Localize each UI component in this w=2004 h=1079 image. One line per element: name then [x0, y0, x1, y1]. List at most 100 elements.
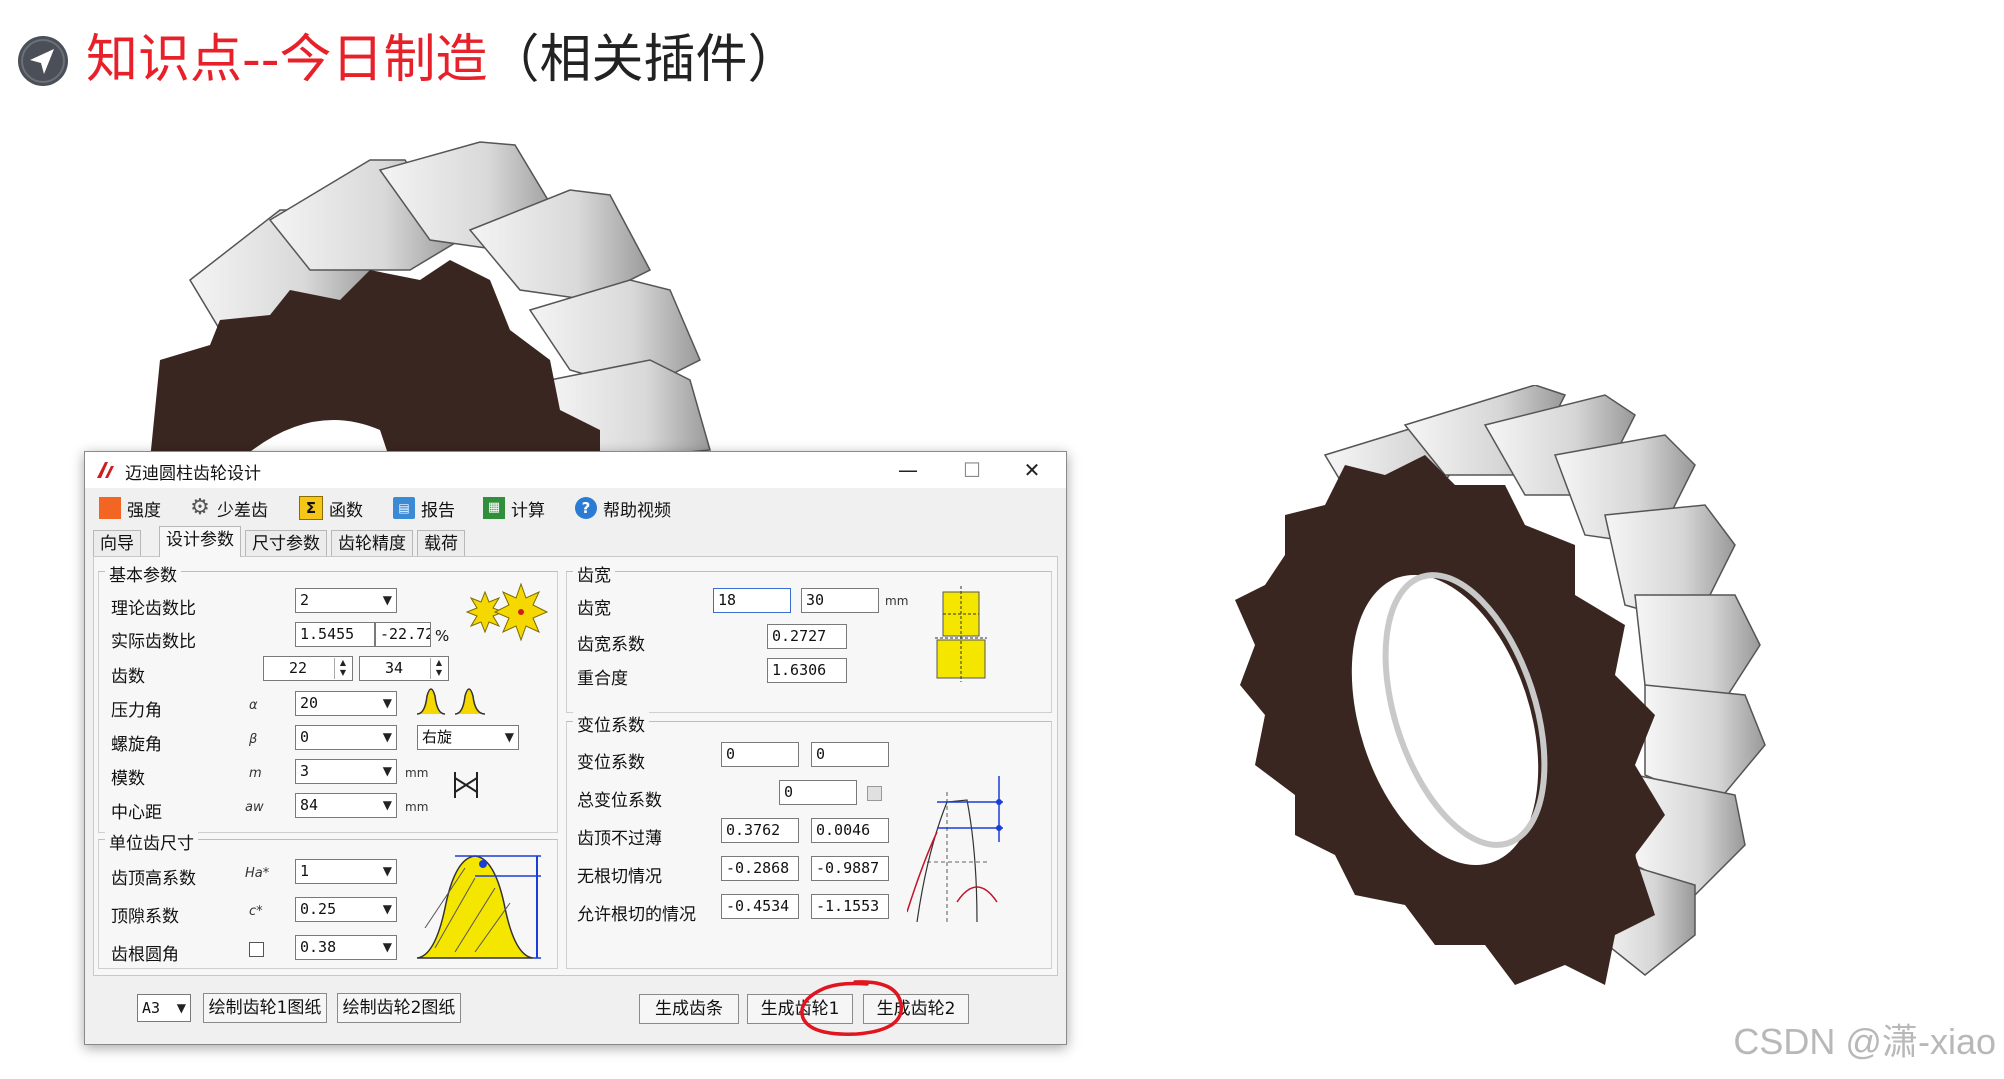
sigma-icon: Σ [299, 496, 323, 520]
slide-title-main: 知识点--今日制造 [86, 30, 488, 90]
toolbar-calculate-button[interactable]: ▦ 计算 [483, 494, 545, 522]
tab-design-params[interactable]: 设计参数 [159, 526, 241, 557]
orange-square-icon [99, 497, 121, 519]
chevron-down-icon: ▼ [382, 764, 392, 778]
shift-x2-input[interactable]: 0 [811, 742, 889, 767]
toolbar-help-video-button[interactable]: ? 帮助视频 [575, 494, 671, 522]
tip-not-thin-v1[interactable]: 0.3762 [721, 818, 799, 843]
chevron-down-icon: ▼ [382, 730, 392, 744]
theory-ratio-combo[interactable]: 2 ▼ [295, 588, 397, 613]
actual-ratio-field[interactable]: 1.5455 [295, 622, 375, 647]
title-bar: 迈迪圆柱齿轮设计 — ☐ ✕ [85, 452, 1066, 488]
unit-tooth-group: 单位齿尺寸 齿顶高系数 Ha* 1 ▼ 顶隙系数 c* 0.25 ▼ 齿根圆角 0.… [98, 829, 558, 969]
face-width-b2-input[interactable]: 30 [801, 588, 879, 613]
face-width-unit: mm [885, 594, 909, 608]
combo-value: 3 [300, 762, 310, 780]
tab-load[interactable]: 载荷 [417, 530, 465, 557]
tooth-dimension-diagram [416, 855, 541, 959]
tab-wizard[interactable]: 向导 [93, 530, 141, 557]
no-undercut-v1[interactable]: -0.2868 [721, 856, 799, 881]
ratio-deviation-field[interactable]: -22.72 [375, 622, 431, 647]
tooth-profile-icon [416, 688, 486, 715]
root-fillet-label: 齿根圆角 [111, 945, 179, 965]
root-fillet-checkbox[interactable] [249, 942, 264, 957]
module-combo[interactable]: 3 ▼ [295, 759, 397, 784]
allow-undercut-v2[interactable]: -1.1553 [811, 894, 889, 919]
overlap-field[interactable]: 1.6306 [767, 658, 847, 683]
spinner-arrows-icon[interactable]: ▲ ▼ [430, 658, 447, 679]
teeth-label: 齿数 [111, 667, 145, 687]
face-width-b1-input[interactable]: 18 [713, 588, 791, 613]
combo-value: 0 [300, 728, 310, 746]
toolbar: 强度 ⚙ 少差齿 Σ 函数 ▤ 报告 ▦ 计算 ? 帮助视频 [85, 490, 1066, 526]
face-width-diagram [935, 586, 987, 682]
teeth-z2-spinner[interactable]: 34 ▲ ▼ [359, 656, 449, 681]
tab-gear-accuracy[interactable]: 齿轮精度 [331, 530, 413, 557]
shift-profile-diagram [907, 776, 1003, 922]
addendum-combo[interactable]: 1 ▼ [295, 859, 397, 884]
root-fillet-combo[interactable]: 0.38 ▼ [295, 935, 397, 960]
maximize-button[interactable]: ☐ [942, 452, 1002, 488]
paper-size-combo[interactable]: A3 ▼ [137, 994, 191, 1022]
toolbar-strength-button[interactable]: 强度 [99, 494, 161, 522]
toolbar-label: 报告 [421, 500, 455, 521]
center-distance-combo[interactable]: 84 ▼ [295, 793, 397, 818]
shift-x1-input[interactable]: 0 [721, 742, 799, 767]
toolbar-label: 函数 [329, 500, 363, 521]
combo-value: 84 [300, 796, 319, 814]
pressure-angle-label: 压力角 [111, 701, 162, 721]
chevron-down-icon: ▼ [382, 902, 392, 916]
overlap-label: 重合度 [577, 669, 628, 689]
allow-undercut-v1[interactable]: -0.4534 [721, 894, 799, 919]
center-distance-label: 中心距 [111, 803, 162, 823]
helix-angle-symbol: β [249, 732, 258, 747]
theory-ratio-label: 理论齿数比 [111, 599, 196, 619]
navigation-arrow-icon [18, 36, 68, 86]
combo-value: 2 [300, 591, 310, 609]
chevron-down-icon: ▼ [382, 798, 392, 812]
helix-direction-combo[interactable]: 右旋 ▼ [417, 725, 519, 750]
toolbar-small-diff-button[interactable]: ⚙ 少差齿 [189, 494, 268, 522]
teeth-z1-spinner[interactable]: 22 ▲ ▼ [263, 656, 353, 681]
spinner-arrows-icon[interactable]: ▲ ▼ [334, 658, 351, 679]
unit-tooth-title: 单位齿尺寸 [105, 829, 198, 854]
total-shift-input[interactable]: 0 [779, 780, 857, 805]
shift-coef-label: 变位系数 [577, 753, 645, 773]
bottom-bar: A3 ▼ 绘制齿轮1图纸 绘制齿轮2图纸 生成齿条 生成齿轮1 生成齿轮2 [93, 980, 1056, 1038]
addendum-label: 齿顶高系数 [111, 869, 196, 889]
slide-title: 知识点--今日制造（相关插件） [86, 26, 800, 94]
basic-params-group: 基本参数 理论齿数比 2 ▼ 实际齿数比 1.5455 -22.72 % 齿数 2… [98, 561, 558, 833]
spinner-value: 34 [384, 659, 404, 677]
chevron-down-icon: ▼ [382, 593, 392, 607]
close-button[interactable]: ✕ [1002, 452, 1062, 488]
clearance-combo[interactable]: 0.25 ▼ [295, 897, 397, 922]
toolbar-report-button[interactable]: ▤ 报告 [393, 494, 455, 522]
helix-angle-combo[interactable]: 0 ▼ [295, 725, 397, 750]
face-width-group: 齿宽 齿宽 18 30 mm 齿宽系数 0.2727 重合度 1.6306 [566, 561, 1052, 713]
pressure-angle-combo[interactable]: 20 ▼ [295, 691, 397, 716]
combo-value: 右旋 [422, 728, 453, 746]
width-coef-field[interactable]: 0.2727 [767, 624, 847, 649]
tab-dimension-params[interactable]: 尺寸参数 [245, 530, 327, 557]
toolbar-label: 计算 [511, 500, 545, 521]
center-distance-symbol: aw [245, 800, 264, 815]
chevron-down-icon: ▼ [382, 696, 392, 710]
combo-value: 1 [300, 862, 310, 880]
gear-render-right [1235, 385, 1766, 985]
combo-value: 0.38 [300, 938, 337, 956]
minimize-button[interactable]: — [878, 452, 938, 488]
addendum-symbol: Ha* [245, 866, 270, 881]
help-icon: ? [575, 497, 597, 519]
width-coef-label: 齿宽系数 [577, 635, 645, 655]
combo-value: 0.25 [300, 900, 337, 918]
chevron-down-icon: ▼ [176, 1001, 186, 1015]
generate-rack-button[interactable]: 生成齿条 [639, 994, 739, 1024]
tip-not-thin-v2[interactable]: 0.0046 [811, 818, 889, 843]
actual-ratio-label: 实际齿数比 [111, 632, 196, 652]
face-width-label: 齿宽 [577, 599, 611, 619]
draw-gear2-drawing-button[interactable]: 绘制齿轮2图纸 [337, 993, 461, 1023]
total-shift-checkbox[interactable] [867, 786, 882, 801]
no-undercut-v2[interactable]: -0.9887 [811, 856, 889, 881]
toolbar-function-button[interactable]: Σ 函数 [299, 494, 363, 522]
draw-gear1-drawing-button[interactable]: 绘制齿轮1图纸 [203, 993, 327, 1023]
